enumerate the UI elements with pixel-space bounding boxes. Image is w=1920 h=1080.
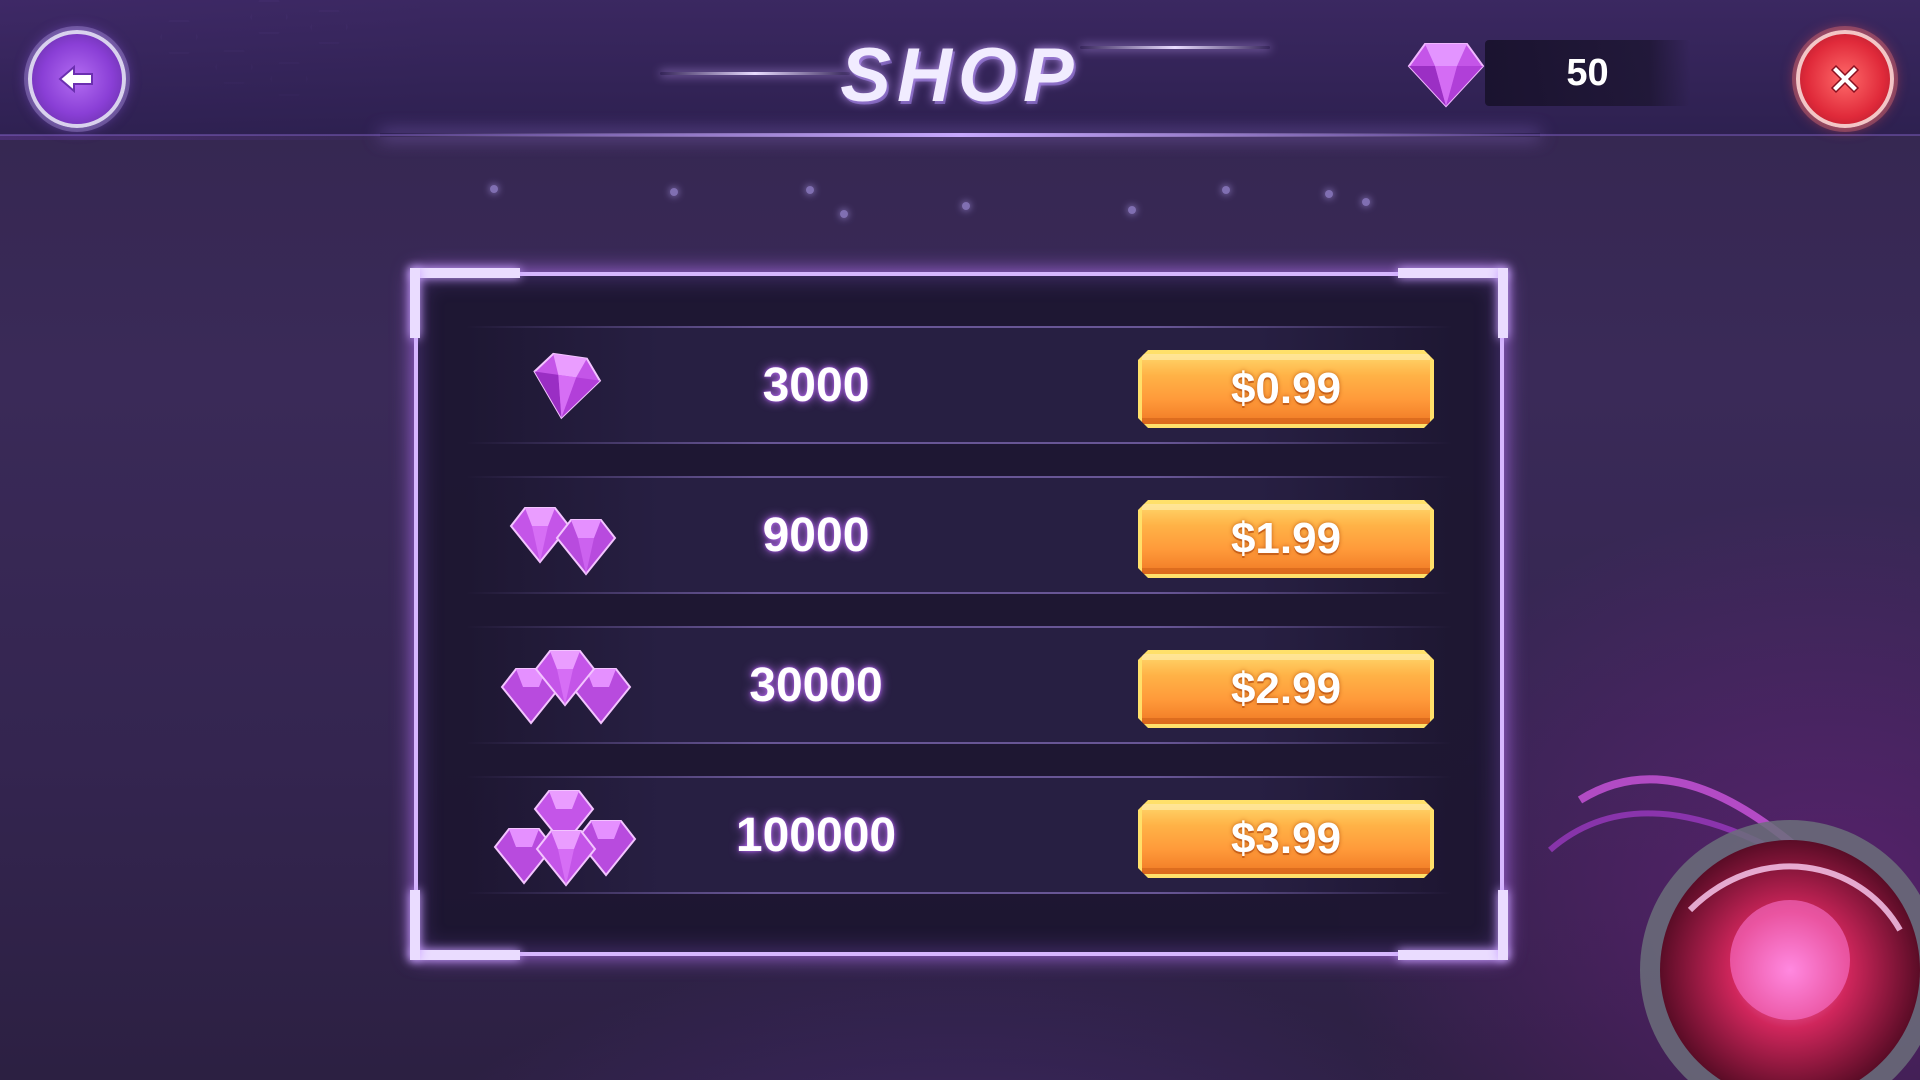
- top-bar-glow: [380, 133, 1540, 137]
- gem-pack-icon: [486, 635, 646, 735]
- gem-pack-icon: [486, 485, 646, 585]
- price-label: $2.99: [1230, 664, 1342, 713]
- panel-corner: [1398, 950, 1508, 960]
- currency-display: 50: [1405, 34, 1705, 110]
- gem-icon: [533, 352, 602, 420]
- currency-box: 50: [1485, 40, 1690, 106]
- sparkle-decoration: [806, 186, 814, 194]
- gem-icon: [493, 790, 637, 887]
- shop-item-row: 100000 $3.99: [466, 776, 1452, 894]
- buy-button[interactable]: $1.99: [1138, 500, 1434, 578]
- price-label: $3.99: [1230, 814, 1342, 863]
- shop-panel: 3000 $0.99 9000 $1.99 30000 $2.99 100000…: [410, 268, 1508, 960]
- row-divider: [466, 742, 1452, 744]
- row-divider: [466, 326, 1452, 328]
- sparkle-decoration: [840, 210, 848, 218]
- row-divider: [466, 442, 1452, 444]
- panel-corner: [410, 268, 520, 278]
- panel-corner: [410, 268, 420, 338]
- close-button[interactable]: [1796, 30, 1894, 128]
- sparkle-decoration: [1362, 198, 1370, 206]
- shop-item-row: 30000 $2.99: [466, 626, 1452, 744]
- gem-amount: 3000: [762, 358, 870, 412]
- back-arrow-icon: [58, 64, 93, 94]
- panel-corner: [410, 950, 520, 960]
- gem-amount: 9000: [762, 508, 870, 562]
- gem-amount: 30000: [749, 658, 883, 712]
- beyblade-decoration: [1548, 775, 1920, 1080]
- shop-item-row: 3000 $0.99: [466, 326, 1452, 444]
- panel-corner: [1498, 890, 1508, 960]
- price-label: $1.99: [1230, 514, 1342, 563]
- buy-button[interactable]: $0.99: [1138, 350, 1434, 428]
- row-divider: [466, 892, 1452, 894]
- close-x-icon: [1830, 64, 1860, 94]
- row-divider: [466, 592, 1452, 594]
- buy-button[interactable]: $2.99: [1138, 650, 1434, 728]
- buy-button[interactable]: $3.99: [1138, 800, 1434, 878]
- shop-item-row: 9000 $1.99: [466, 476, 1452, 594]
- price-label: $0.99: [1230, 364, 1342, 413]
- gem-pack-icon: [486, 785, 646, 887]
- gem-icon: [509, 507, 617, 576]
- panel-corner: [410, 890, 420, 960]
- sparkle-decoration: [1128, 206, 1136, 214]
- back-button[interactable]: [28, 30, 126, 128]
- gem-icon: [1407, 43, 1485, 108]
- sparkle-decoration: [670, 188, 678, 196]
- panel-corner: [1498, 268, 1508, 338]
- sparkle-decoration: [962, 202, 970, 210]
- gem-pack-icon: [486, 335, 646, 435]
- gem-icon: [500, 650, 632, 725]
- page-title: SHOP: [840, 32, 1080, 118]
- sparkle-decoration: [1325, 190, 1333, 198]
- row-divider: [466, 476, 1452, 478]
- panel-corner: [1398, 268, 1508, 278]
- sparkle-decoration: [490, 185, 498, 193]
- gem-amount: 100000: [735, 808, 897, 862]
- currency-value: 50: [1566, 51, 1609, 94]
- row-divider: [466, 626, 1452, 628]
- row-divider: [466, 776, 1452, 778]
- sparkle-decoration: [1222, 186, 1230, 194]
